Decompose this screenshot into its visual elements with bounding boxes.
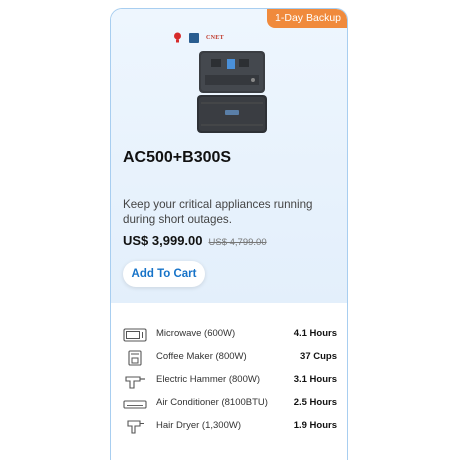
appliance-name: Hair Dryer (1,300W) bbox=[156, 420, 241, 431]
appliance-name: Coffee Maker (800W) bbox=[156, 351, 247, 362]
list-item: Electric Hammer (800W) 3.1 Hours bbox=[123, 371, 337, 394]
price-row: US$ 3,999.00 US$ 4,799.00 bbox=[123, 233, 267, 248]
air-conditioner-icon bbox=[123, 400, 147, 409]
appliance-runtime: 37 Cups bbox=[300, 351, 337, 362]
cnet-logo: CNET bbox=[206, 34, 224, 41]
appliance-runtime: 2.5 Hours bbox=[293, 397, 337, 408]
list-item: Microwave (600W) 4.1 Hours bbox=[123, 325, 337, 348]
add-to-cart-button[interactable]: Add To Cart bbox=[123, 261, 205, 287]
appliance-runtime: 1.9 Hours bbox=[293, 420, 337, 431]
appliance-list: Microwave (600W) 4.1 Hours Coffee Maker … bbox=[123, 325, 337, 440]
list-item: Air Conditioner (8100BTU) 2.5 Hours bbox=[123, 394, 337, 417]
appliance-name: Air Conditioner (8100BTU) bbox=[156, 397, 268, 408]
product-image bbox=[197, 51, 267, 133]
appliance-runtime: 3.1 Hours bbox=[293, 374, 337, 385]
hair-dryer-icon bbox=[127, 420, 144, 434]
current-price: US$ 3,999.00 bbox=[123, 233, 203, 248]
backup-badge: 1-Day Backup bbox=[267, 9, 347, 28]
list-item: Coffee Maker (800W) 37 Cups bbox=[123, 348, 337, 371]
awards-row: CNET bbox=[173, 32, 224, 43]
electric-hammer-icon bbox=[125, 376, 145, 389]
coffee-maker-icon bbox=[128, 350, 142, 366]
appliance-runtime: 4.1 Hours bbox=[293, 328, 337, 339]
product-title: AC500+B300S bbox=[123, 149, 232, 166]
red-dot-award-icon bbox=[174, 32, 181, 43]
product-description: Keep your critical appliances running du… bbox=[123, 198, 313, 226]
list-item: Hair Dryer (1,300W) 1.9 Hours bbox=[123, 417, 337, 440]
original-price: US$ 4,799.00 bbox=[208, 237, 267, 248]
microwave-icon bbox=[123, 328, 147, 342]
appliance-name: Electric Hammer (800W) bbox=[156, 374, 260, 385]
appliance-name: Microwave (600W) bbox=[156, 328, 236, 339]
product-card: 1-Day Backup CNET AC500+B300S Keep your … bbox=[110, 8, 348, 460]
award-badge-icon bbox=[189, 32, 199, 43]
